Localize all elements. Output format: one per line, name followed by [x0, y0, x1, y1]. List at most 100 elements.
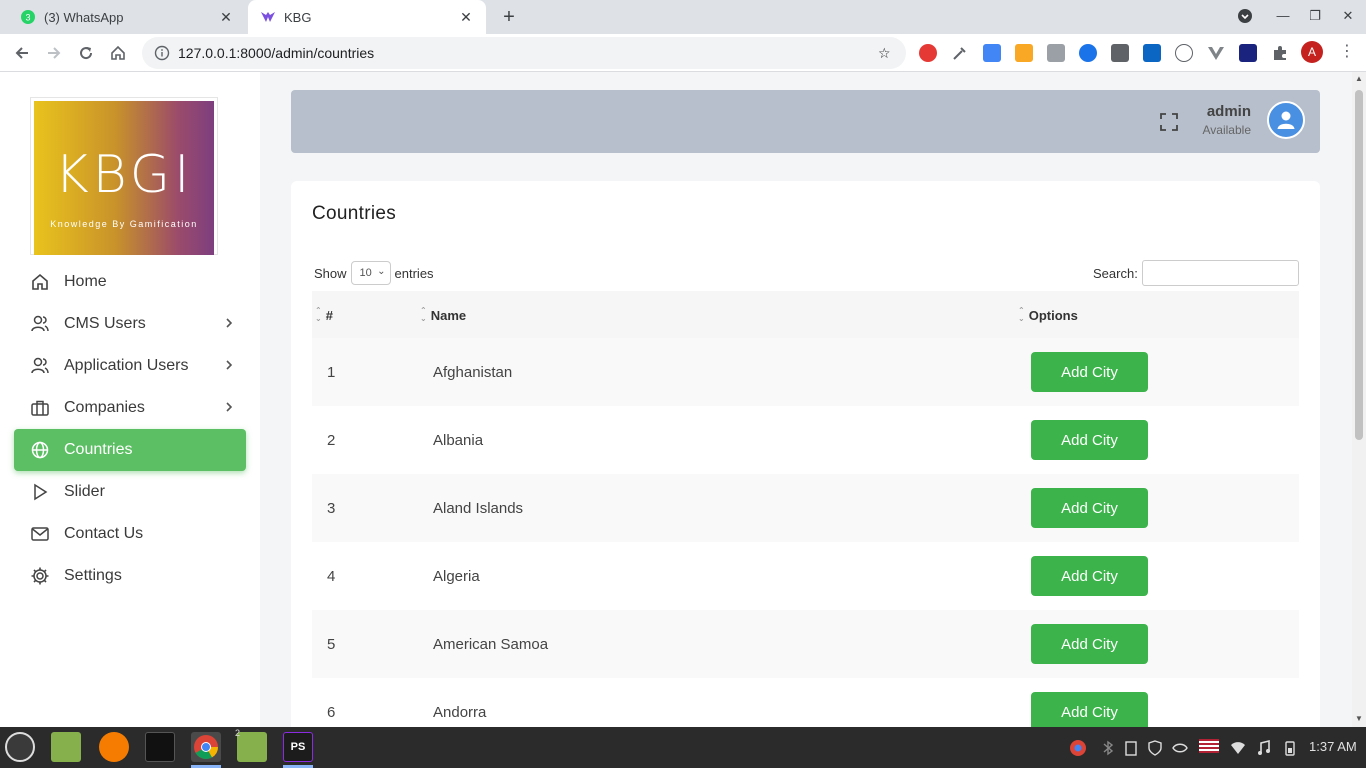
tab-whatsapp[interactable]: 3 (3) WhatsApp ✕: [8, 0, 246, 34]
extensions-puzzle-icon[interactable]: [1271, 44, 1289, 62]
page: KBGI Knowledge By Gamification Home CMS …: [0, 72, 1366, 727]
scroll-thumb[interactable]: [1355, 90, 1363, 440]
chrome-tray-icon[interactable]: [1069, 739, 1087, 756]
reload-icon[interactable]: [74, 41, 98, 65]
sidebar-item-companies[interactable]: Companies: [14, 387, 246, 429]
new-tab-button[interactable]: +: [498, 6, 520, 28]
sidebar-item-label: Slider: [64, 483, 105, 500]
sidebar-item-cms-users[interactable]: CMS Users: [14, 303, 246, 345]
tab-title: KBG: [284, 9, 312, 25]
add-city-button[interactable]: Add City: [1031, 488, 1148, 528]
system-clock[interactable]: 1:37 AM: [1309, 739, 1357, 754]
column-label: Options: [1028, 307, 1078, 323]
sidebar-item-countries[interactable]: Countries: [14, 429, 246, 471]
music-icon[interactable]: [1255, 739, 1273, 755]
tab-kbg[interactable]: KBG ✕: [248, 0, 486, 34]
minimize-icon[interactable]: —: [1273, 8, 1293, 23]
sidebar-item-home[interactable]: Home: [14, 261, 246, 303]
add-city-button[interactable]: Add City: [1031, 624, 1148, 664]
user-avatar[interactable]: [1267, 101, 1305, 139]
country-name: Aland Islands: [433, 500, 524, 517]
mail-icon: [30, 524, 50, 544]
sidebar-item-label: Countries: [64, 441, 133, 458]
sidebar-item-application-users[interactable]: Application Users: [14, 345, 246, 387]
user-status: Available: [1202, 123, 1251, 137]
clipboard-icon[interactable]: [1122, 739, 1140, 756]
maximize-icon[interactable]: ❐: [1305, 8, 1325, 24]
extension-code-icon[interactable]: [1175, 44, 1193, 62]
shield-tray-icon[interactable]: [1146, 739, 1164, 756]
nvidia-icon[interactable]: [1171, 739, 1189, 755]
column-header-number[interactable]: ⌃ ⌄ #: [315, 307, 333, 323]
terminal-icon[interactable]: [145, 732, 175, 762]
column-header-options[interactable]: ⌃ ⌄ Options: [1018, 307, 1078, 323]
table-row: 6 Andorra Add City: [312, 678, 1299, 727]
bookmark-star-icon[interactable]: ☆: [878, 45, 894, 62]
extension-shield-icon[interactable]: [1239, 44, 1257, 62]
sidebar-item-contact-us[interactable]: Contact Us: [14, 513, 246, 555]
extension-eyedropper-icon[interactable]: [951, 44, 969, 62]
sidebar-item-label: Companies: [64, 399, 145, 416]
close-window-icon[interactable]: ✕: [1338, 8, 1358, 24]
extension-vue-icon[interactable]: [1207, 44, 1225, 62]
extension-linkedin-icon[interactable]: [1143, 44, 1161, 62]
chevron-right-icon: [222, 358, 236, 372]
page-scrollbar[interactable]: ▲ ▼: [1352, 72, 1366, 727]
country-name: Albania: [433, 432, 484, 449]
table-row: 1 Afghanistan Add City: [312, 338, 1299, 406]
table-row: 4 Algeria Add City: [312, 542, 1299, 610]
add-city-button[interactable]: Add City: [1031, 556, 1148, 596]
sidebar-item-settings[interactable]: Settings: [14, 555, 246, 597]
add-city-button[interactable]: Add City: [1031, 352, 1148, 392]
extension-rss-icon[interactable]: [1015, 44, 1033, 62]
country-name: American Samoa: [433, 636, 549, 653]
users-icon: [30, 314, 50, 334]
phpstorm-icon[interactable]: PS: [283, 732, 313, 762]
entries-select[interactable]: 10 ⌄: [350, 261, 391, 285]
close-tab-icon[interactable]: ✕: [218, 9, 234, 26]
fullscreen-icon[interactable]: [1159, 112, 1179, 132]
address-bar[interactable]: 127.0.0.1:8000/admin/countries ☆: [142, 37, 906, 69]
extension-adblock-icon[interactable]: [919, 44, 937, 62]
extension-square-icon[interactable]: [1111, 44, 1129, 62]
wifi-icon[interactable]: [1229, 739, 1247, 755]
scroll-up-icon[interactable]: ▲: [1354, 74, 1364, 83]
close-tab-icon[interactable]: ✕: [458, 9, 474, 26]
user-name[interactable]: admin: [1201, 103, 1251, 120]
browser-menu-icon[interactable]: ⋮: [1339, 42, 1355, 62]
tab-title: (3) WhatsApp: [44, 9, 124, 25]
bluetooth-icon[interactable]: [1099, 739, 1117, 756]
logo-card[interactable]: KBGI Knowledge By Gamification: [30, 97, 218, 255]
play-icon: [30, 482, 50, 502]
chevron-right-icon: [222, 400, 236, 414]
back-icon[interactable]: [10, 41, 34, 65]
column-label: Name: [430, 307, 467, 323]
files-icon[interactable]: [51, 732, 81, 762]
add-city-button[interactable]: Add City: [1031, 420, 1148, 460]
forward-icon[interactable]: [42, 41, 66, 65]
keyboard-layout-flag-icon[interactable]: [1199, 739, 1219, 753]
extension-translate-icon[interactable]: [983, 44, 1001, 62]
sidebar-item-slider[interactable]: Slider: [14, 471, 246, 513]
files-window-icon[interactable]: 2: [235, 728, 267, 762]
countries-table: ⌃ ⌄ # ⌃ ⌄ Name ⌃ ⌄ Options 1 Afghanistan Ad…: [312, 291, 1299, 727]
profile-avatar[interactable]: A: [1301, 41, 1323, 63]
extension-camera-icon[interactable]: [1047, 44, 1065, 62]
firefox-icon[interactable]: [99, 732, 129, 762]
extension-bookmark-icon[interactable]: [1079, 44, 1097, 62]
entries-label: entries: [394, 265, 434, 281]
add-city-button[interactable]: Add City: [1031, 692, 1148, 727]
row-number: 5: [327, 636, 336, 653]
scroll-down-icon[interactable]: ▼: [1354, 714, 1364, 723]
mint-menu-icon[interactable]: [5, 732, 35, 762]
top-header: admin Available: [291, 90, 1320, 153]
search-input[interactable]: [1141, 260, 1299, 286]
column-header-name[interactable]: ⌃ ⌄ Name: [420, 307, 466, 323]
battery-icon[interactable]: [1281, 739, 1299, 756]
home-icon[interactable]: [106, 41, 130, 65]
tab-search-icon[interactable]: [1235, 8, 1255, 27]
os-taskbar: 2 PS 1:37 AM: [0, 727, 1366, 768]
site-info-icon[interactable]: [154, 45, 170, 61]
chrome-taskbar-icon[interactable]: [191, 732, 221, 762]
page-title: Countries: [312, 203, 397, 224]
